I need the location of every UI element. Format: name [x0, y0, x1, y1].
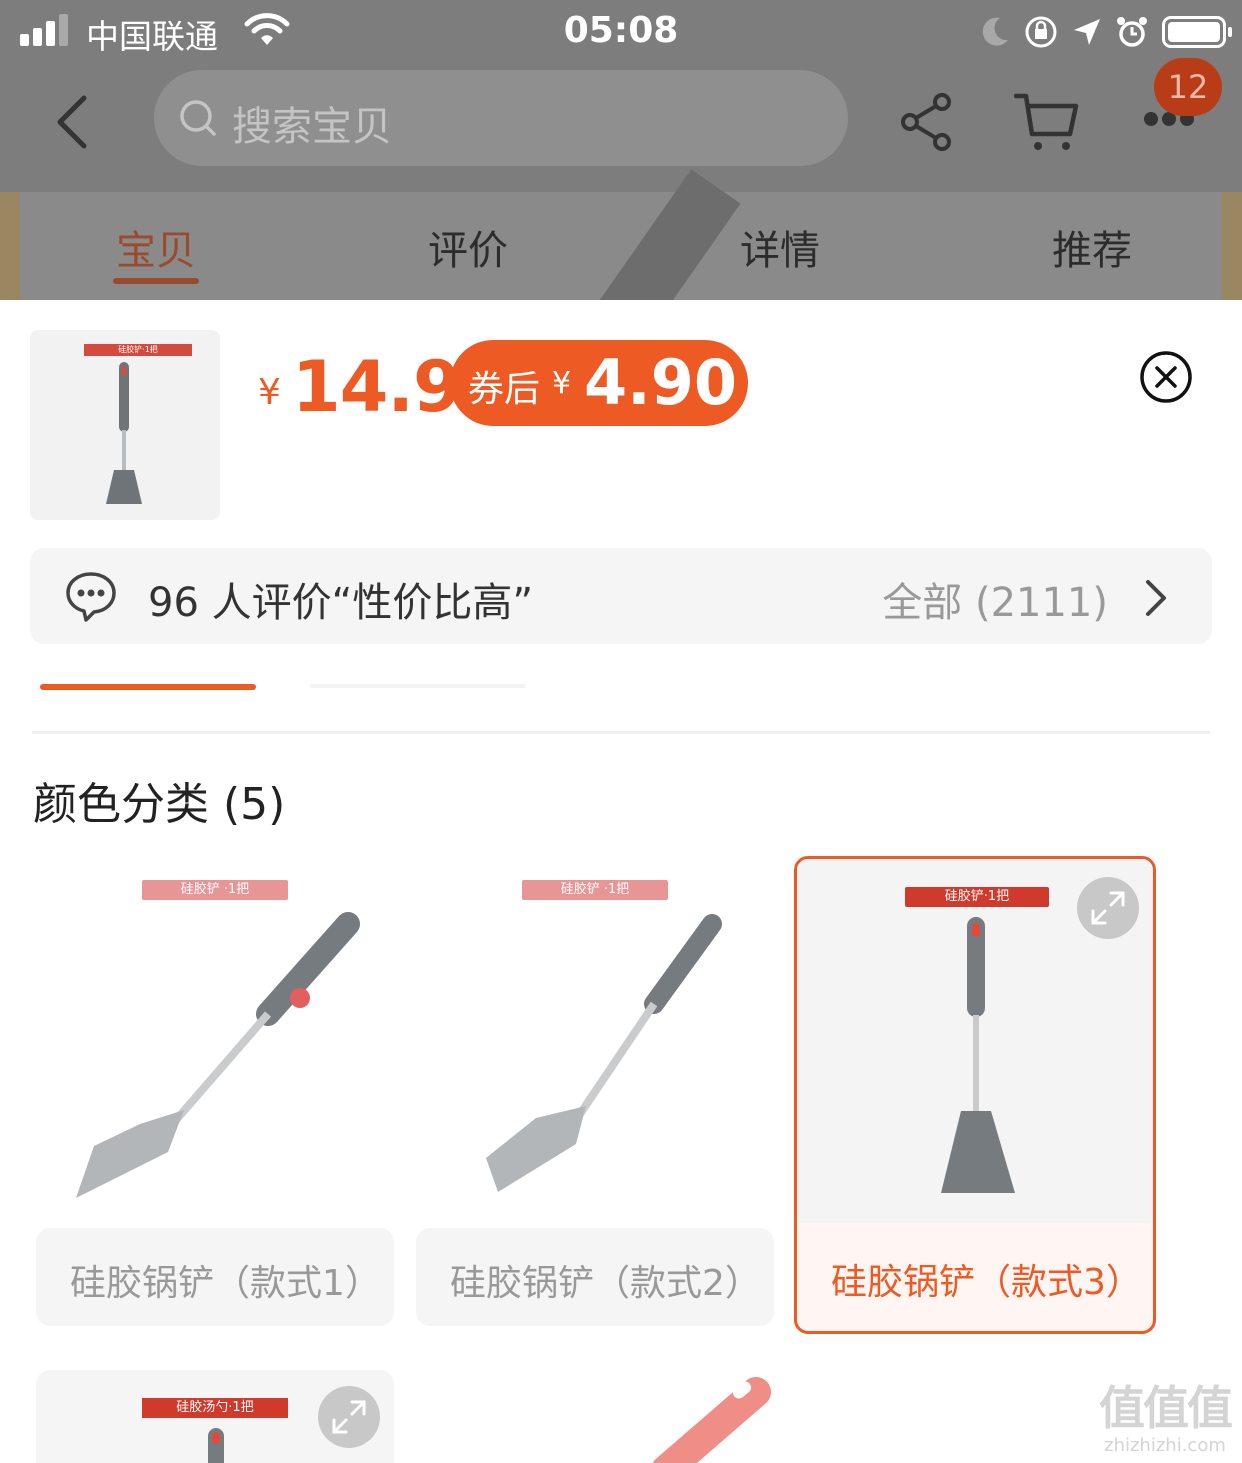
variant-card-2[interactable]: 硅胶铲 ·1把 硅胶锅铲（款式2） [416, 852, 774, 1332]
variant-image: 硅胶铲 ·1把 [416, 852, 774, 1222]
location-icon [1074, 19, 1100, 45]
tab-recommend[interactable]: 推荐 [1012, 218, 1172, 276]
tab-baobei[interactable]: 宝贝 [76, 218, 236, 276]
share-icon[interactable] [900, 92, 954, 152]
variant-card-5-image[interactable] [416, 1370, 774, 1463]
expand-icon [332, 1400, 366, 1434]
price-currency: ¥ [258, 372, 281, 413]
variant-label: 硅胶锅铲（款式3） [831, 1262, 1142, 1303]
expand-icon [1091, 891, 1125, 925]
moon-icon [982, 17, 1008, 46]
variant-image: 硅胶铲·1把 [797, 859, 1153, 1223]
variant-card-1[interactable]: 硅胶铲 ·1把 硅胶锅铲（款式1） [36, 852, 394, 1332]
divider [32, 731, 1210, 734]
coupon-price: 4.90 [584, 346, 737, 419]
tab-reviews[interactable]: 评价 [388, 218, 548, 276]
variant-card-4[interactable]: 硅胶汤勺·1把 [36, 1370, 394, 1463]
dimmed-header-overlay: 中国联通 05:08 搜索宝贝 12 宝贝 评价 详情 推荐 [0, 0, 1242, 300]
chat-bubble-icon [66, 572, 116, 622]
product-tabs: 宝贝 评价 详情 推荐 [0, 200, 1242, 300]
watermark-logo: 值值值 zhizhizhi.com [1099, 1381, 1233, 1456]
alarm-icon [1117, 17, 1147, 47]
close-icon[interactable] [1139, 350, 1193, 404]
rotation-lock-icon [1025, 16, 1057, 48]
spatula-image [106, 362, 142, 504]
status-bar: 中国联通 05:08 [0, 0, 1242, 62]
tab-details[interactable]: 详情 [700, 218, 860, 276]
coupon-currency: ¥ [552, 366, 572, 401]
search-placeholder: 搜索宝贝 [232, 104, 392, 150]
review-summary-bar[interactable]: 96 人评价“性价比高” 全部 (2111) [30, 548, 1212, 644]
chevron-right-icon [1146, 580, 1166, 616]
search-input[interactable]: 搜索宝贝 [154, 70, 848, 166]
search-icon [180, 100, 216, 136]
battery-icon [1162, 16, 1232, 48]
product-thumbnail[interactable]: 硅胶铲·1把 [30, 330, 220, 520]
variant-image: 硅胶铲 ·1把 [36, 852, 394, 1222]
spatula-image [486, 914, 722, 1192]
coupon-label: 券后 [468, 369, 541, 410]
top-nav-bar: 搜索宝贝 [0, 68, 1242, 178]
price: 14.9 [292, 346, 462, 428]
variant-card-3[interactable]: 硅胶铲·1把 硅胶锅铲（款式3） [794, 856, 1156, 1334]
option-tab-indicator [310, 684, 526, 688]
cart-count-badge: 12 [1154, 58, 1222, 116]
variant-label: 硅胶锅铲（款式1） [70, 1263, 381, 1304]
back-arrow-icon[interactable] [52, 94, 100, 150]
expand-image-button[interactable] [1077, 877, 1139, 939]
coupon-price-badge: 券后 ¥ 4.90 [450, 340, 748, 426]
color-category-title: 颜色分类 (5) [33, 779, 286, 830]
review-highlight: 96 人评价“性价比高” [148, 580, 534, 626]
cart-icon[interactable] [1014, 90, 1080, 152]
spatula-image [76, 912, 360, 1198]
option-tab-indicator-active [40, 684, 256, 690]
active-tab-indicator [113, 278, 199, 284]
expand-image-button[interactable] [318, 1386, 380, 1448]
variant-label: 硅胶锅铲（款式2） [450, 1263, 761, 1304]
review-total: 全部 (2111) [882, 580, 1108, 626]
